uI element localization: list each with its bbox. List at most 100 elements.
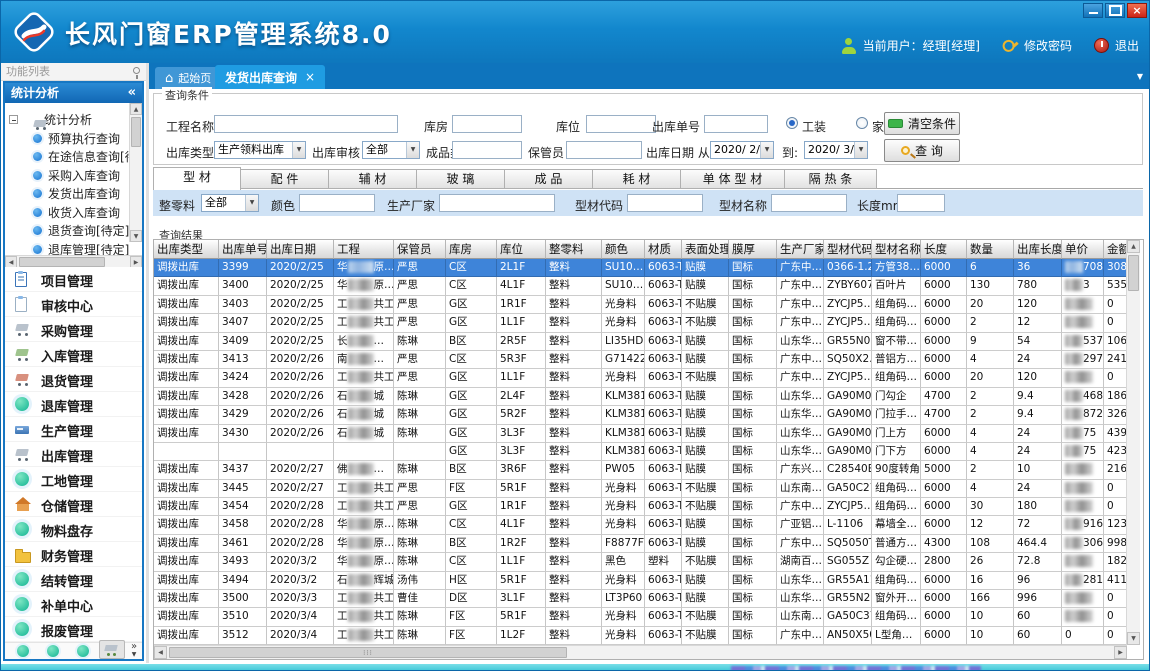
sidebar-item-1[interactable]: 项目管理 xyxy=(5,267,142,292)
table-row[interactable]: 调拨出库34302020/2/26石城陈琳G区3L3F整料KLM38176063… xyxy=(154,425,1127,443)
tree-root[interactable]: 统计分析 xyxy=(9,111,92,128)
sidebar-item-8[interactable]: 出库管理 xyxy=(5,442,142,467)
table-row[interactable]: 调拨出库34582020/2/28华原…陈琳C区4L1F整料光身料6063-T5… xyxy=(154,516,1127,534)
scroll-up-icon[interactable]: ▲ xyxy=(130,103,142,115)
column-header-5[interactable]: 保管员 xyxy=(394,240,446,259)
table-row[interactable]: 调拨出库34372020/2/27佛…陈琳B区3R6F整料PW056063-T5… xyxy=(154,461,1127,479)
column-header-3[interactable]: 出库日期 xyxy=(267,240,334,259)
tab-home[interactable]: ⌂ 起始页 xyxy=(155,67,221,89)
collapse-icon[interactable]: « xyxy=(128,83,136,103)
pin-icon[interactable] xyxy=(133,67,140,74)
module-dot-icon[interactable] xyxy=(77,645,89,657)
table-row[interactable]: 调拨出库34282020/2/26石城陈琳G区2L4F整料KLM38176063… xyxy=(154,388,1127,406)
search-button[interactable]: 查 询 xyxy=(884,139,960,162)
table-row[interactable]: 调拨出库34032020/2/25工共工程严思G区1R1F整料光身料6063-T… xyxy=(154,296,1127,314)
tree-item-6[interactable]: 退货查询[待定] xyxy=(5,222,129,241)
column-header-4[interactable]: 工程 xyxy=(334,240,394,259)
sidebar-item-14[interactable]: 补单中心 xyxy=(5,592,142,617)
scroll-down-icon[interactable]: ▼ xyxy=(1127,632,1140,645)
scroll-down-icon[interactable]: ▼ xyxy=(130,230,142,242)
radio-jiazhuang[interactable] xyxy=(856,117,868,129)
table-row[interactable]: 调拨出库34612020/2/28华原…陈琳B区1R2F整料F8877FT606… xyxy=(154,535,1127,553)
tab-overflow-dropdown-icon[interactable]: ▼ xyxy=(1137,72,1143,81)
table-row[interactable]: 调拨出库34002020/2/25华原…严思C区4L1F整料SU10…6063-… xyxy=(154,277,1127,295)
material-tab-4[interactable]: 玻 璃 xyxy=(417,169,505,189)
radio-gongzhuang[interactable] xyxy=(786,117,798,129)
column-header-12[interactable]: 膜厚 xyxy=(729,240,777,259)
date-from-picker[interactable]: 2020/ 2/16 ▼ xyxy=(710,141,774,159)
scroll-right-icon[interactable]: ▶ xyxy=(1114,646,1127,659)
sidebar-item-15[interactable]: 报废管理 xyxy=(5,617,142,642)
material-tab-3[interactable]: 辅 材 xyxy=(329,169,417,189)
column-header-20[interactable]: 金额 xyxy=(1104,240,1127,259)
column-header-16[interactable]: 长度 xyxy=(921,240,967,259)
manufacturer-input[interactable] xyxy=(439,194,555,212)
table-row[interactable]: 调拨出库34092020/2/25长…陈琳B区2R5F整料LI35HD6063-… xyxy=(154,333,1127,351)
column-header-19[interactable]: 单价 xyxy=(1062,240,1104,259)
tree-item-5[interactable]: 收货入库查询 xyxy=(5,203,129,222)
material-tab-8[interactable]: 隔 热 条 xyxy=(785,169,877,189)
table-row[interactable]: 调拨出库33992020/2/25华原…严思C区2L1F整料SU10…6063-… xyxy=(154,259,1127,277)
maximize-button[interactable] xyxy=(1105,3,1125,18)
minimize-button[interactable] xyxy=(1083,3,1103,18)
sidebar-section-header[interactable]: 统计分析 « xyxy=(5,83,142,103)
scroll-up-icon[interactable]: ▲ xyxy=(1127,240,1140,253)
material-tab-1[interactable]: 型 材 xyxy=(153,167,241,190)
module-dot-icon[interactable] xyxy=(47,645,59,657)
column-header-11[interactable]: 表面处理 xyxy=(682,240,729,259)
sidebar-item-10[interactable]: 仓储管理 xyxy=(5,492,142,517)
column-header-2[interactable]: 出库单号 xyxy=(219,240,267,259)
sidebar-item-7[interactable]: 生产管理 xyxy=(5,417,142,442)
table-row[interactable]: G区3L3F整料KLM38176063-T5贴膜国标山东华…GA90M09…门下… xyxy=(154,443,1127,461)
outbound-audit-select[interactable]: 全部 ▼ xyxy=(362,141,420,159)
tree-item-7[interactable]: 退库管理[待定] xyxy=(5,240,129,255)
table-row[interactable]: 调拨出库34932020/3/2华原…陈琳C区1L1F整料黑色塑料不贴膜国标湖南… xyxy=(154,553,1127,571)
table-row[interactable]: 调拨出库34072020/2/25工共工程严思G区1L1F整料光身料6063-T… xyxy=(154,314,1127,332)
sidebar-item-12[interactable]: 财务管理 xyxy=(5,542,142,567)
clear-conditions-button[interactable]: 清空条件 xyxy=(884,112,960,135)
sidebar-item-9[interactable]: 工地管理 xyxy=(5,467,142,492)
logout-button[interactable]: 退出 xyxy=(1094,37,1139,54)
location-input[interactable] xyxy=(586,115,656,133)
column-header-6[interactable]: 库房 xyxy=(446,240,497,259)
grid-horizontal-scrollbar[interactable]: ◀ ⁞⁞⁞ ▶ xyxy=(154,645,1127,659)
sidebar-item-3[interactable]: 采购管理 xyxy=(5,317,142,342)
order-no-input[interactable] xyxy=(704,115,768,133)
material-tab-7[interactable]: 单 体 型 材 xyxy=(681,169,785,189)
grid-vscroll-thumb[interactable] xyxy=(1128,255,1139,291)
column-header-8[interactable]: 整零料 xyxy=(546,240,602,259)
tree-item-4[interactable]: 发货出库查询 xyxy=(5,185,129,204)
sidebar-item-13[interactable]: 结转管理 xyxy=(5,567,142,592)
table-row[interactable]: 调拨出库35122020/3/4工共工程陈琳F区1L2F整料光身料6063-T5… xyxy=(154,627,1127,645)
whole-piece-select[interactable]: 全部 ▼ xyxy=(201,194,259,212)
column-header-14[interactable]: 型材代码 xyxy=(824,240,872,259)
product-type-input[interactable] xyxy=(452,141,522,159)
column-header-10[interactable]: 材质 xyxy=(645,240,682,259)
close-button[interactable]: × xyxy=(1127,3,1147,18)
date-to-picker[interactable]: 2020/ 3/16 ▼ xyxy=(804,141,868,159)
column-header-15[interactable]: 型材名称 xyxy=(872,240,921,259)
sidebar-item-4[interactable]: 入库管理 xyxy=(5,342,142,367)
column-header-9[interactable]: 颜色 xyxy=(602,240,645,259)
grid-vertical-scrollbar[interactable]: ▲ ▼ xyxy=(1126,240,1140,645)
module-cart-button[interactable] xyxy=(99,640,125,659)
table-row[interactable]: 调拨出库34942020/3/2石辉城汤伟H区5R1F整料光身料6063-T5贴… xyxy=(154,572,1127,590)
sidebar-item-5[interactable]: 退货管理 xyxy=(5,367,142,392)
table-row[interactable]: 调拨出库34242020/2/26工共工程严思G区1L1F整料光身料6063-T… xyxy=(154,369,1127,387)
column-header-13[interactable]: 生产厂家 xyxy=(777,240,824,259)
outbound-type-select[interactable]: 生产领料出库 ▼ xyxy=(214,141,306,159)
more-modules-button[interactable]: » ▼ xyxy=(131,643,137,659)
table-row[interactable]: 调拨出库34542020/2/28工共工程严思G区1R1F整料光身料6063-T… xyxy=(154,498,1127,516)
column-header-7[interactable]: 库位 xyxy=(497,240,546,259)
material-tab-2[interactable]: 配 件 xyxy=(241,169,329,189)
tree-item-1[interactable]: 预算执行查询 xyxy=(5,129,129,148)
table-row[interactable]: 调拨出库35102020/3/4工共工程陈琳F区5R1F整料光身料6063-T5… xyxy=(154,608,1127,626)
material-tab-5[interactable]: 成 品 xyxy=(505,169,593,189)
keeper-input[interactable] xyxy=(566,141,642,159)
tab-close-icon[interactable]: × xyxy=(305,70,315,84)
sidebar-item-11[interactable]: 物料盘存 xyxy=(5,517,142,542)
color-input[interactable] xyxy=(299,194,375,212)
radio-gongzhuang-label[interactable]: 工装 xyxy=(802,118,826,135)
tree-vscroll-thumb[interactable] xyxy=(131,117,141,147)
tree-item-2[interactable]: 在途信息查询[待 xyxy=(5,148,129,167)
